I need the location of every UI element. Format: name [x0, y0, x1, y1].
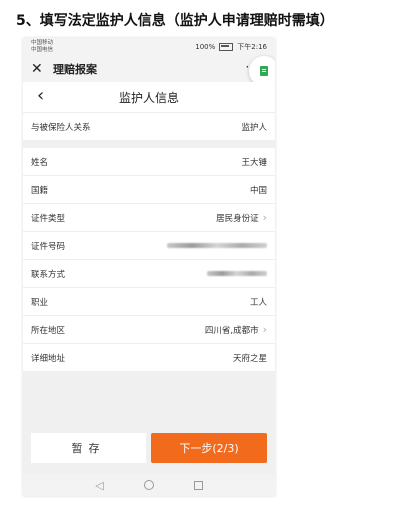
carrier-info: 中国移动 中国电信 [31, 40, 53, 54]
row-label: 职业 [31, 297, 49, 308]
row-label: 联系方式 [31, 269, 66, 280]
row-contact[interactable]: 联系方式 [23, 260, 275, 288]
page-title: 监护人信息 [118, 90, 179, 105]
nav-back-icon[interactable]: ◁ [95, 479, 103, 492]
chevron-right-icon: › [262, 211, 267, 224]
row-value: 中国 [249, 185, 267, 196]
row-label: 详细地址 [31, 353, 66, 364]
row-label: 所在地区 [31, 325, 66, 336]
phone-screen: 中国移动 中国电信 100% 下午2:16 ✕ 理赔报案 ··· ‹ 监护人信息… [23, 38, 275, 496]
row-value: 居民身份证 [216, 213, 259, 224]
row-region[interactable]: 所在地区 四川省,成都市 › [23, 316, 275, 344]
page-header: ‹ 监护人信息 [23, 82, 275, 113]
row-label: 国籍 [31, 185, 49, 196]
footer-actions: 暂存 下一步(2/3) [23, 422, 275, 474]
app-title: 理赔报案 [53, 63, 97, 76]
battery-icon [219, 43, 234, 51]
chevron-left-icon[interactable]: ‹ [37, 85, 44, 106]
carrier-1: 中国移动 [31, 40, 54, 46]
status-time: 下午2:16 [237, 43, 267, 51]
row-label: 与被保险人关系 [31, 122, 91, 133]
row-relation[interactable]: 与被保险人关系 监护人 [23, 113, 275, 141]
row-value-redacted [207, 271, 267, 276]
row-label: 证件类型 [31, 213, 66, 224]
nav-home-icon[interactable] [143, 480, 154, 490]
chevron-right-icon: › [262, 323, 267, 336]
section-gap [23, 141, 275, 148]
form-list: 与被保险人关系 监护人 [23, 113, 275, 141]
row-occupation[interactable]: 职业 工人 [23, 288, 275, 316]
nav-recent-icon[interactable] [193, 480, 203, 490]
row-value: 四川省,成都市 [204, 325, 259, 336]
row-value-wrap: 四川省,成都市 › [205, 323, 267, 336]
row-value-redacted [167, 243, 267, 248]
row-value: 天府之星 [232, 353, 267, 364]
row-value: 工人 [249, 297, 267, 308]
system-nav-bar: ◁ [23, 474, 275, 496]
row-value: 王大锤 [241, 157, 267, 168]
next-step-button[interactable]: 下一步(2/3) [151, 433, 267, 463]
row-name[interactable]: 姓名 王大锤 [23, 148, 275, 176]
row-id-number[interactable]: 证件号码 [23, 232, 275, 260]
row-id-type[interactable]: 证件类型 居民身份证 › [23, 204, 275, 232]
form-list-2: 姓名 王大锤 国籍 中国 证件类型 居民身份证 › 证件号码 联系方式 职业 工… [23, 148, 275, 372]
row-label: 姓名 [31, 157, 49, 168]
app-titlebar: ✕ 理赔报案 ··· [23, 56, 275, 86]
row-value-wrap: 居民身份证 › [216, 211, 267, 224]
redacted-value [207, 271, 267, 276]
row-value: 监护人 [241, 122, 267, 133]
status-right: 100% 下午2:16 [195, 42, 267, 52]
document-icon [260, 66, 268, 76]
document-heading: 5、填写法定监护人信息（监护人申请理赔时需填） [16, 13, 334, 29]
status-bar: 中国移动 中国电信 100% 下午2:16 [23, 38, 275, 56]
row-nationality[interactable]: 国籍 中国 [23, 176, 275, 204]
carrier-2: 中国电信 [31, 47, 54, 53]
row-address[interactable]: 详细地址 天府之星 [23, 344, 275, 372]
battery-percent: 100% [195, 43, 216, 51]
save-draft-button[interactable]: 暂存 [31, 433, 146, 463]
row-label: 证件号码 [31, 241, 66, 252]
close-icon[interactable]: ✕ [31, 61, 47, 77]
redacted-value [167, 243, 267, 248]
